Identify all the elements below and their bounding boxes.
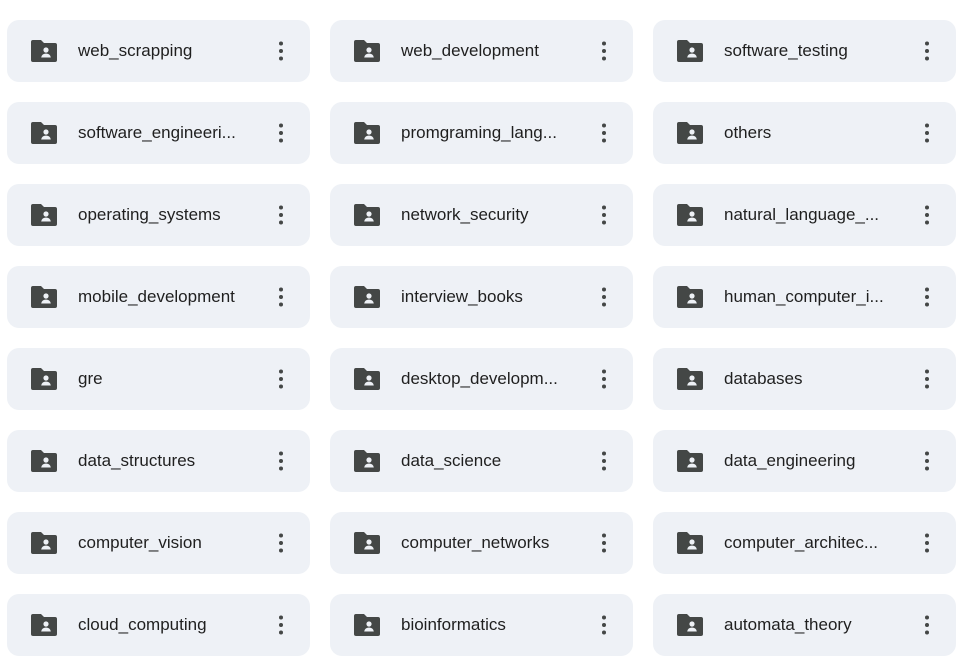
shared-folder-icon [31,532,57,554]
shared-folder-icon [354,40,380,62]
shared-folder-icon [31,286,57,308]
folder-item[interactable]: operating_systems [7,184,310,246]
folder-name: mobile_development [78,287,235,306]
folder-name: automata_theory [724,615,852,634]
more-actions-icon[interactable] [592,121,616,145]
shared-folder-icon [354,204,380,226]
shared-folder-icon [677,40,703,62]
folder-name: cloud_computing [78,615,207,634]
folder-name: bioinformatics [401,615,506,634]
folder-item[interactable]: cloud_computing [7,594,310,656]
shared-folder-icon [677,368,703,390]
more-actions-icon[interactable] [269,39,293,63]
folder-item[interactable]: data_science [330,430,633,492]
shared-folder-icon [354,614,380,636]
more-actions-icon[interactable] [592,203,616,227]
shared-folder-icon [31,614,57,636]
folder-name: software_engineeri... [78,123,236,142]
shared-folder-icon [677,286,703,308]
folder-item[interactable]: software_testing [653,20,956,82]
folder-name: gre [78,369,103,388]
folder-name: human_computer_i... [724,287,884,306]
folder-name: web_scrapping [78,41,193,60]
folder-item[interactable]: data_structures [7,430,310,492]
more-actions-icon[interactable] [915,285,939,309]
folder-name: software_testing [724,41,848,60]
more-actions-icon[interactable] [269,367,293,391]
folder-name: computer_architec... [724,533,879,552]
shared-folder-icon [354,286,380,308]
folder-name: computer_networks [401,533,550,552]
more-actions-icon[interactable] [269,449,293,473]
more-actions-icon[interactable] [269,121,293,145]
folder-item[interactable]: interview_books [330,266,633,328]
folder-name: others [724,123,772,142]
folder-item[interactable]: software_engineeri... [7,102,310,164]
folder-name: computer_vision [78,533,202,552]
more-actions-icon[interactable] [915,121,939,145]
more-actions-icon[interactable] [915,39,939,63]
shared-folder-icon [354,368,380,390]
folder-item[interactable]: computer_vision [7,512,310,574]
more-actions-icon[interactable] [269,285,293,309]
more-actions-icon[interactable] [592,367,616,391]
folder-item[interactable]: web_scrapping [7,20,310,82]
folder-name: data_science [401,451,502,470]
folder-item[interactable]: data_engineering [653,430,956,492]
folder-item[interactable]: desktop_developm... [330,348,633,410]
folder-name: interview_books [401,287,523,306]
folder-name: operating_systems [78,205,221,224]
shared-folder-icon [677,614,703,636]
shared-folder-icon [354,532,380,554]
more-actions-icon[interactable] [592,449,616,473]
folder-name: web_development [401,41,539,60]
shared-folder-icon [677,450,703,472]
more-actions-icon[interactable] [915,449,939,473]
shared-folder-icon [31,368,57,390]
more-actions-icon[interactable] [592,39,616,63]
more-actions-icon[interactable] [915,613,939,637]
folder-name: promgraming_lang... [401,123,557,142]
folder-name: desktop_developm... [401,369,558,388]
folder-item[interactable]: bioinformatics [330,594,633,656]
shared-folder-icon [677,532,703,554]
more-actions-icon[interactable] [592,613,616,637]
more-actions-icon[interactable] [915,203,939,227]
folder-item[interactable]: human_computer_i... [653,266,956,328]
shared-folder-icon [31,204,57,226]
shared-folder-icon [31,40,57,62]
shared-folder-icon [31,450,57,472]
folder-name: databases [724,369,803,388]
shared-folder-icon [677,204,703,226]
folder-name: data_structures [78,451,196,470]
folder-item[interactable]: network_security [330,184,633,246]
more-actions-icon[interactable] [269,531,293,555]
folder-item[interactable]: automata_theory [653,594,956,656]
folder-item[interactable]: gre [7,348,310,410]
folder-item[interactable]: mobile_development [7,266,310,328]
folder-item[interactable]: others [653,102,956,164]
more-actions-icon[interactable] [592,531,616,555]
folder-item[interactable]: promgraming_lang... [330,102,633,164]
folder-name: natural_language_... [724,205,880,224]
more-actions-icon[interactable] [269,613,293,637]
folder-name: data_engineering [724,451,856,470]
folder-item[interactable]: databases [653,348,956,410]
shared-folder-icon [677,122,703,144]
folder-item[interactable]: natural_language_... [653,184,956,246]
folder-item[interactable]: computer_architec... [653,512,956,574]
more-actions-icon[interactable] [915,531,939,555]
folder-item[interactable]: computer_networks [330,512,633,574]
folder-grid: web_scrapping web_development software_tes… [0,0,971,666]
folder-item[interactable]: web_development [330,20,633,82]
more-actions-icon[interactable] [915,367,939,391]
shared-folder-icon [354,450,380,472]
shared-folder-icon [31,122,57,144]
folder-name: network_security [401,205,529,224]
more-actions-icon[interactable] [269,203,293,227]
more-actions-icon[interactable] [592,285,616,309]
shared-folder-icon [354,122,380,144]
